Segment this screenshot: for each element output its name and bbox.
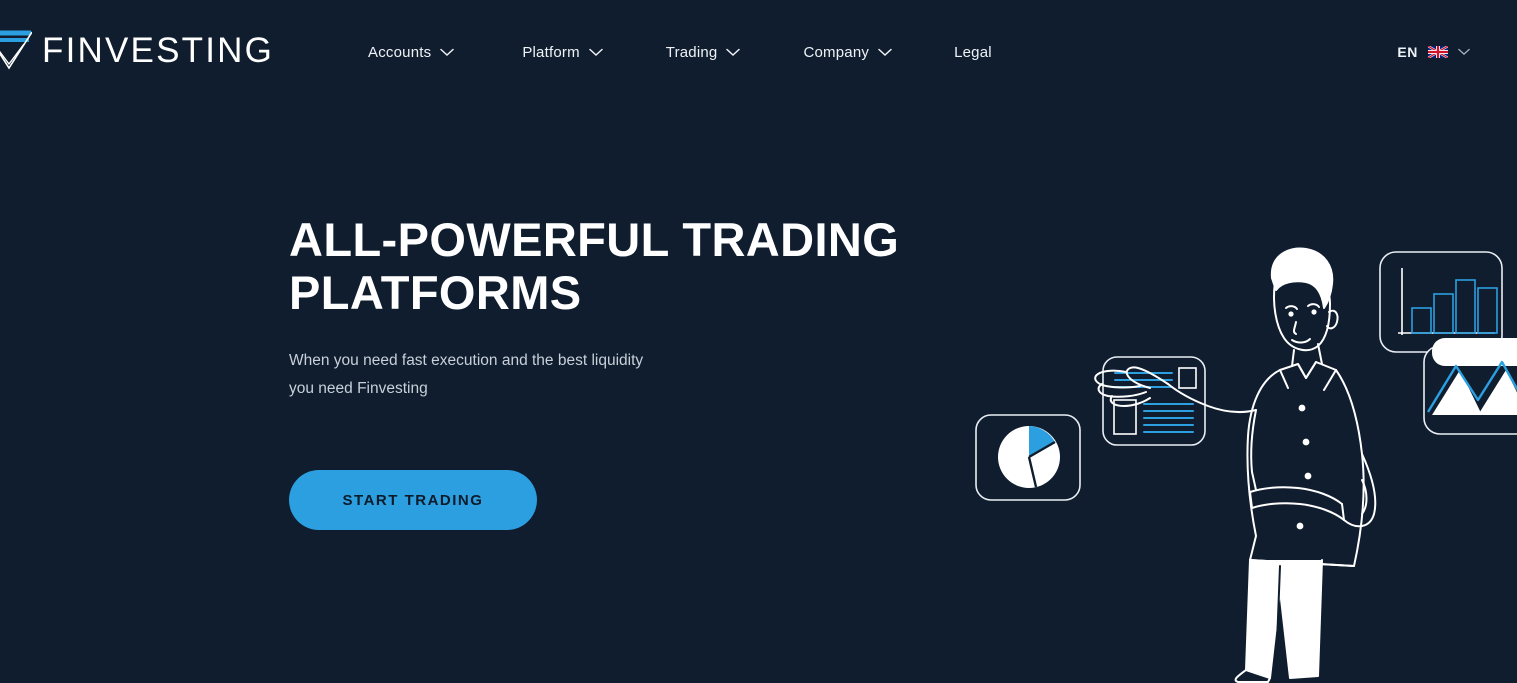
nav-item-trading[interactable]: Trading [666, 44, 741, 61]
nav-item-accounts[interactable]: Accounts [368, 44, 455, 61]
uk-flag-icon [1427, 45, 1449, 59]
chevron-down-icon [589, 48, 603, 57]
nav-item-label: Accounts [368, 44, 432, 61]
bar-chart-card [1379, 251, 1503, 353]
page-title: ALL-POWERFUL TRADING PLATFORMS [289, 213, 949, 319]
chevron-down-icon [440, 48, 455, 57]
businessman-illustration [1094, 247, 1377, 683]
language-code: EN [1397, 44, 1418, 60]
start-trading-button[interactable]: START TRADING [289, 470, 537, 530]
hero-subtitle-line-1: When you need fast execution and the bes… [289, 352, 644, 370]
language-selector[interactable]: EN [1397, 44, 1470, 60]
pie-chart-card [975, 414, 1081, 501]
nav-item-label: Company [803, 44, 870, 61]
nav-item-legal[interactable]: Legal [954, 44, 992, 61]
hero-title-line-1: ALL-POWERFUL TRADING [289, 213, 900, 266]
chevron-down-icon [878, 48, 892, 57]
nav-item-label: Legal [954, 44, 992, 61]
landing-page: FINVESTING Accounts Platform Trading Com… [0, 0, 1517, 683]
mountain-chart-card [1423, 338, 1517, 435]
chevron-down-icon [1458, 48, 1470, 56]
nav-item-company[interactable]: Company [803, 44, 892, 61]
hero-section: ALL-POWERFUL TRADING PLATFORMS When you … [289, 213, 949, 402]
logo-text: FINVESTING [42, 30, 275, 70]
site-header: FINVESTING Accounts Platform Trading Com… [0, 0, 1517, 112]
nav-item-label: Trading [665, 44, 718, 61]
main-navigation: Accounts Platform Trading Company Legal [368, 44, 992, 61]
nav-item-platform[interactable]: Platform [522, 44, 603, 61]
hero-title-line-2: PLATFORMS [289, 265, 582, 319]
hero-subtitle: When you need fast execution and the bes… [289, 347, 709, 402]
nav-item-label: Platform [522, 44, 580, 61]
triangle-chevron-logo-icon [0, 30, 32, 70]
hero-illustration [950, 230, 1517, 683]
logo[interactable]: FINVESTING [0, 30, 274, 70]
chevron-down-icon [726, 48, 741, 57]
hero-subtitle-line-2: you need Finvesting [289, 379, 428, 397]
